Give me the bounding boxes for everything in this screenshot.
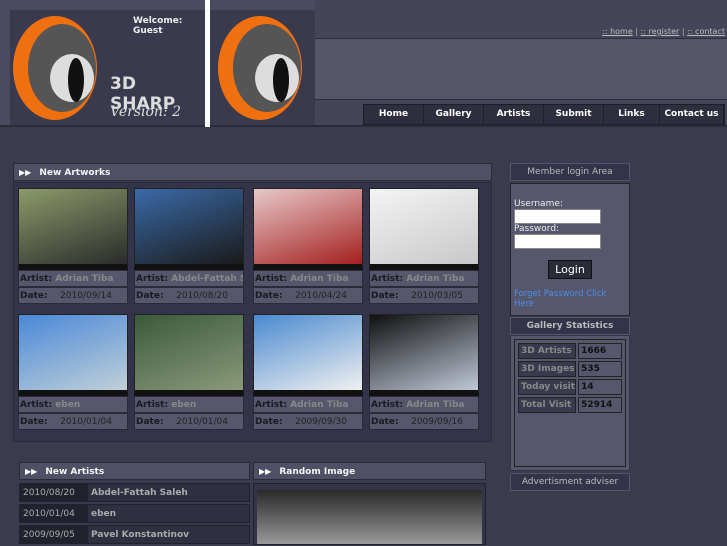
section-title: New Artworks bbox=[39, 168, 111, 178]
login-header: Member login Area bbox=[510, 163, 630, 181]
username-input[interactable] bbox=[514, 209, 601, 224]
artwork-artist[interactable]: Artist: Adrian Tiba bbox=[253, 396, 363, 413]
section-title: New Artists bbox=[45, 467, 105, 477]
stat-row: 3D Artists 1666 bbox=[518, 343, 622, 359]
random-image-picture[interactable] bbox=[257, 490, 482, 544]
artwork-card[interactable]: Artist: Adrian Tiba Date: 2010/03/05 bbox=[369, 188, 479, 304]
nav-links[interactable]: Links bbox=[604, 105, 660, 124]
artwork-date: Date: 2010/01/04 bbox=[134, 413, 244, 430]
artwork-date: Date: 2010/04/24 bbox=[253, 287, 363, 304]
main-nav: Home Gallery Artists Submit Links Contac… bbox=[363, 104, 725, 125]
random-image-header: ▶▶ Random Image bbox=[253, 462, 486, 480]
stats-header: Gallery Statistics bbox=[510, 317, 630, 335]
section-title: Random Image bbox=[279, 467, 356, 477]
register-link[interactable]: :: register bbox=[641, 27, 680, 36]
artwork-card[interactable]: Artist: Adrian Tiba Date: 2010/09/14 bbox=[18, 188, 128, 304]
artist-row[interactable]: 2010/08/20 Abdel-Fattah Saleh bbox=[19, 483, 250, 502]
artwork-artist[interactable]: Artist: eben bbox=[134, 396, 244, 413]
artwork-artist[interactable]: Artist: Abdel-Fattah Saleh bbox=[134, 270, 244, 287]
ad-header: Advertisment adviser bbox=[510, 473, 630, 491]
new-artists-list: 2010/08/20 Abdel-Fattah Saleh 2010/01/04 eb… bbox=[19, 483, 250, 546]
new-artworks-header: ▶▶ New Artworks bbox=[13, 163, 492, 181]
artwork-date: Date: 2010/03/05 bbox=[369, 287, 479, 304]
artwork-thumbnail[interactable] bbox=[253, 314, 363, 396]
logo-eye-icon bbox=[210, 10, 315, 125]
login-button[interactable]: Login bbox=[548, 260, 592, 279]
password-input[interactable] bbox=[514, 234, 601, 249]
artwork-thumbnail[interactable] bbox=[369, 188, 479, 270]
artwork-artist[interactable]: Artist: Adrian Tiba bbox=[369, 270, 479, 287]
nav-home[interactable]: Home bbox=[364, 105, 424, 124]
site-logo[interactable]: Welcome: Guest 3D SHARP Version: 2 bbox=[0, 0, 205, 125]
artwork-artist[interactable]: Artist: Adrian Tiba bbox=[18, 270, 128, 287]
nav-submit[interactable]: Submit bbox=[544, 105, 604, 124]
artwork-card[interactable]: Artist: Abdel-Fattah Saleh Date: 2010/08… bbox=[134, 188, 244, 304]
artwork-date: Date: 2010/08/20 bbox=[134, 287, 244, 304]
artworks-grid: Artist: Adrian Tiba Date: 2010/09/14 Art… bbox=[13, 182, 492, 442]
new-artists-header: ▶▶ New Artists bbox=[19, 462, 250, 480]
username-label: Username: bbox=[514, 199, 563, 209]
home-link[interactable]: :: home bbox=[602, 27, 633, 36]
artwork-artist[interactable]: Artist: Adrian Tiba bbox=[253, 270, 363, 287]
artwork-date: Date: 2009/09/16 bbox=[369, 413, 479, 430]
artwork-thumbnail[interactable] bbox=[369, 314, 479, 396]
artwork-thumbnail[interactable] bbox=[18, 314, 128, 396]
artwork-card[interactable]: Artist: eben Date: 2010/01/04 bbox=[18, 314, 128, 430]
arrow-icon: ▶▶ bbox=[19, 168, 32, 177]
nav-contact[interactable]: Contact us bbox=[660, 105, 724, 124]
artwork-date: Date: 2010/01/04 bbox=[18, 413, 128, 430]
login-form: Username: Password: Login Forget Passwor… bbox=[510, 183, 630, 316]
artwork-card[interactable]: Artist: eben Date: 2010/01/04 bbox=[134, 314, 244, 430]
stat-row: Total Visit 52914 bbox=[518, 397, 622, 413]
artwork-card[interactable]: Artist: Adrian Tiba Date: 2009/09/16 bbox=[369, 314, 479, 430]
welcome-text: Welcome: Guest bbox=[133, 16, 183, 36]
artwork-artist[interactable]: Artist: Adrian Tiba bbox=[369, 396, 479, 413]
stat-row: Today visit 14 bbox=[518, 379, 622, 395]
artwork-thumbnail[interactable] bbox=[134, 188, 244, 270]
artwork-date: Date: 2009/09/30 bbox=[253, 413, 363, 430]
artwork-thumbnail[interactable] bbox=[134, 314, 244, 396]
nav-gallery[interactable]: Gallery bbox=[424, 105, 484, 124]
artwork-artist[interactable]: Artist: eben bbox=[18, 396, 128, 413]
artwork-card[interactable]: Artist: Adrian Tiba Date: 2010/04/24 bbox=[253, 188, 363, 304]
artwork-date: Date: 2010/09/14 bbox=[18, 287, 128, 304]
nav-artists[interactable]: Artists bbox=[484, 105, 544, 124]
arrow-icon: ▶▶ bbox=[259, 467, 272, 476]
contact-link[interactable]: :: contact bbox=[687, 27, 725, 36]
artwork-card[interactable]: Artist: Adrian Tiba Date: 2009/09/30 bbox=[253, 314, 363, 430]
version-text: Version: 2 bbox=[110, 104, 181, 120]
random-image[interactable] bbox=[253, 483, 486, 545]
header-banner bbox=[315, 38, 727, 100]
site-logo-repeat bbox=[210, 0, 315, 125]
artist-row[interactable]: 2010/01/04 eben bbox=[19, 504, 250, 523]
artwork-thumbnail[interactable] bbox=[253, 188, 363, 270]
arrow-icon: ▶▶ bbox=[25, 467, 38, 476]
stats-panel: 3D Artists 1666 3D Images 535 Today visit 14 T… bbox=[510, 335, 630, 471]
forgot-password-link[interactable]: Forget Password Click Here bbox=[514, 289, 626, 309]
artwork-thumbnail[interactable] bbox=[18, 188, 128, 270]
top-links: :: home | :: register | :: contact bbox=[602, 27, 725, 36]
stat-row: 3D Images 535 bbox=[518, 361, 622, 377]
artist-row[interactable]: 2009/09/05 Pavel Konstantinov bbox=[19, 525, 250, 544]
password-label: Password: bbox=[514, 224, 560, 234]
